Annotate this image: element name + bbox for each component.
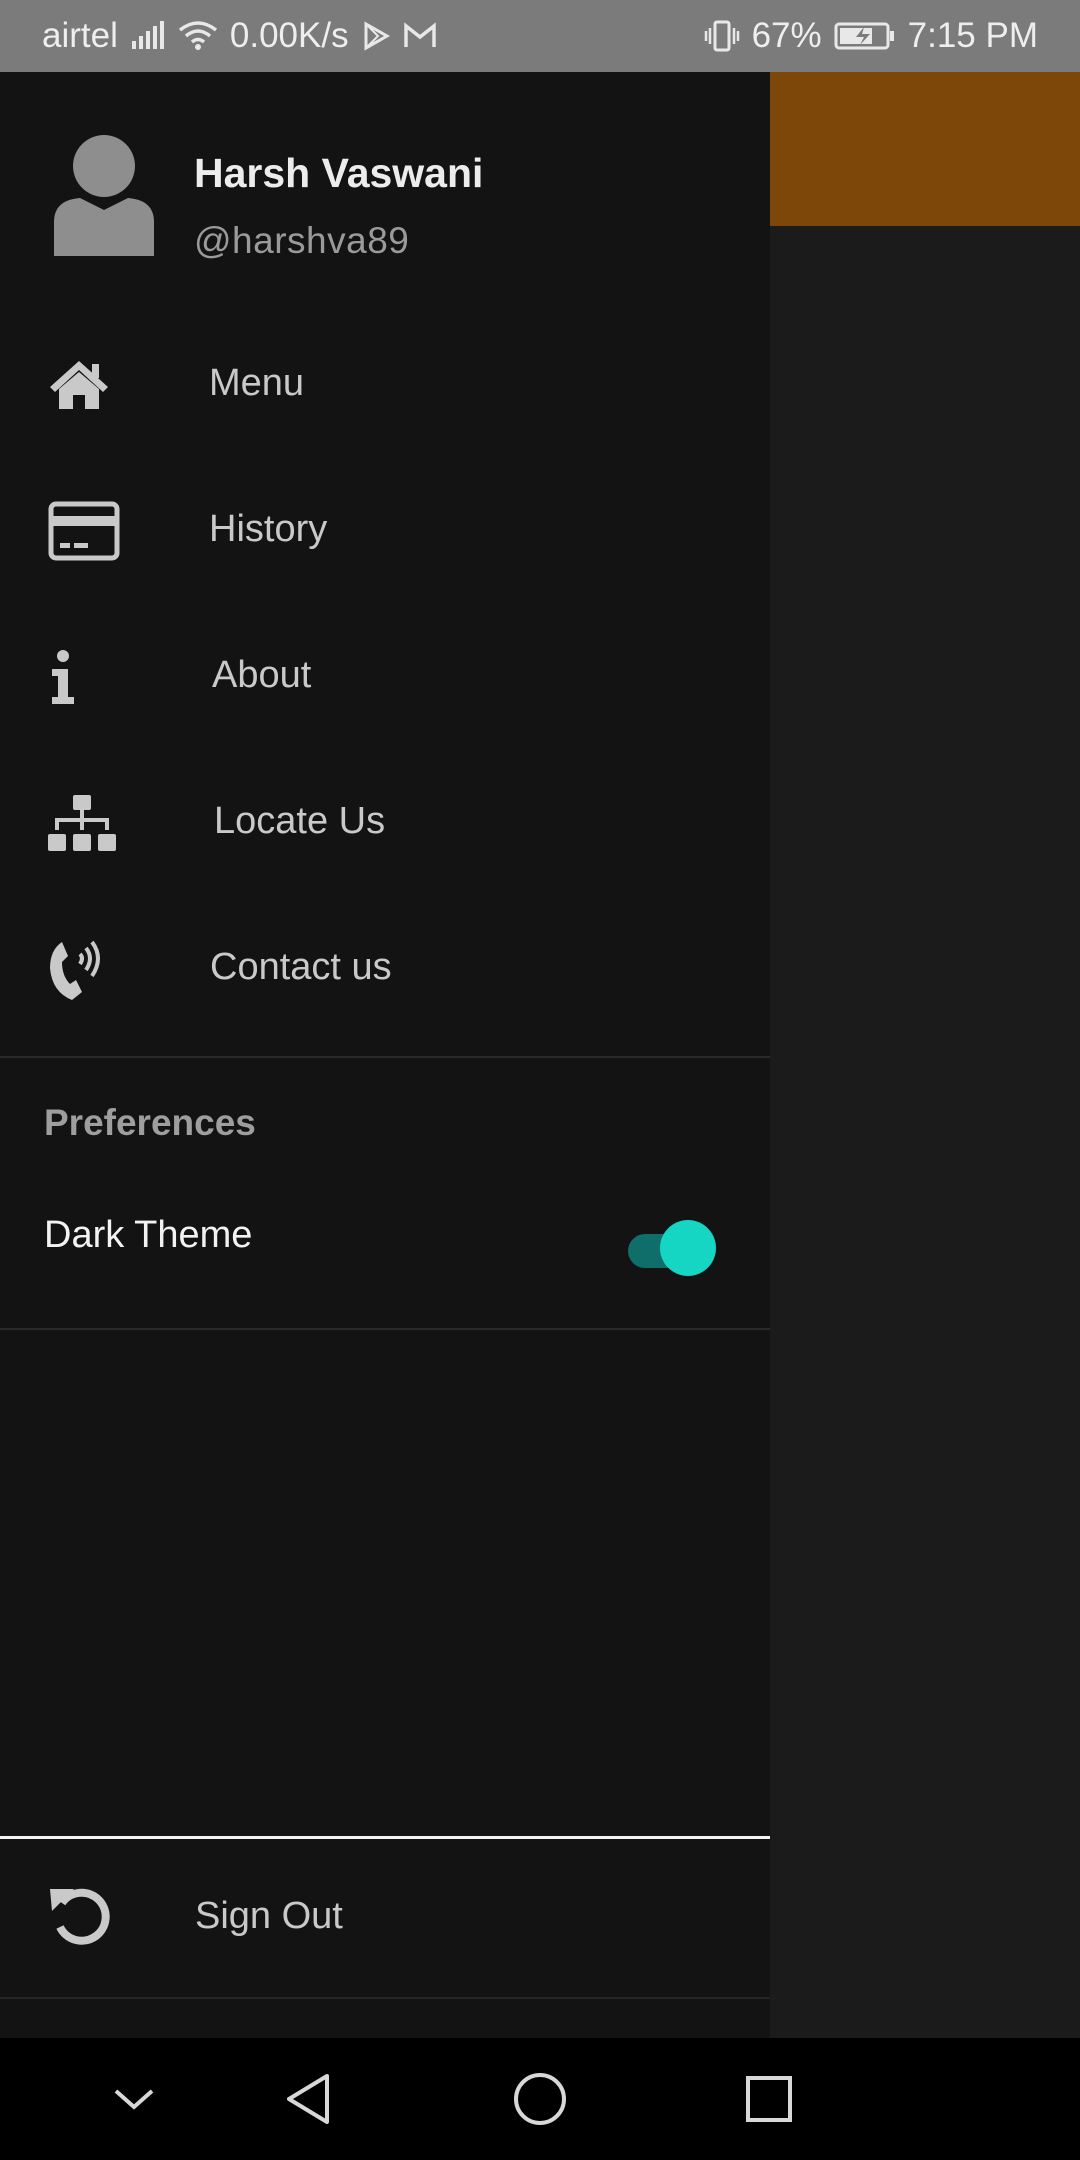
clock: 7:15 PM	[907, 16, 1038, 55]
phone-volume-icon	[48, 934, 124, 1004]
drawer-header: Harsh Vaswani @harshva89	[0, 72, 770, 292]
undo-icon	[48, 1883, 112, 1947]
sign-out-button[interactable]: Sign Out	[0, 1839, 770, 1999]
drawer-item-menu[interactable]: Menu	[0, 312, 770, 458]
dark-theme-toggle[interactable]	[628, 1220, 718, 1276]
wifi-icon	[178, 20, 218, 52]
system-navigation-bar	[0, 2038, 1080, 2160]
sitemap-icon	[48, 788, 124, 858]
drawer-item-label: Contact us	[210, 946, 392, 988]
battery-charging-icon	[834, 21, 896, 51]
gmail-icon	[403, 22, 437, 50]
carrier-label: airtel	[42, 16, 118, 55]
bottom-divider	[0, 1997, 770, 1999]
back-icon[interactable]	[275, 2066, 341, 2132]
drawer-item-history[interactable]: History	[0, 458, 770, 604]
recents-icon[interactable]	[736, 2066, 802, 2132]
user-name: Harsh Vaswani	[194, 150, 484, 196]
vibrate-icon	[704, 20, 740, 52]
play-store-icon	[361, 21, 391, 51]
network-speed: 0.00K/s	[229, 16, 349, 55]
app-toolbar	[770, 72, 1080, 226]
status-bar: airtel 0.00K/s 67% 7:15 PM	[0, 0, 1080, 72]
credit-card-icon	[48, 496, 124, 566]
app-content-background	[770, 72, 1080, 2038]
navigation-drawer: Harsh Vaswani @harshva89 Menu History Ab…	[0, 72, 770, 2038]
user-handle: @harshva89	[194, 220, 410, 261]
status-bar-right: 67% 7:15 PM	[704, 16, 1038, 56]
preferences-heading: Preferences	[44, 1102, 256, 1143]
section-divider	[0, 1056, 770, 1058]
dark-theme-label: Dark Theme	[44, 1214, 253, 1256]
drawer-item-label: About	[212, 654, 312, 696]
collapse-icon[interactable]	[101, 2066, 167, 2132]
signal-icon	[130, 21, 166, 51]
battery-percent: 67%	[751, 16, 822, 55]
drawer-item-locate-us[interactable]: Locate Us	[0, 750, 770, 896]
home-icon	[48, 350, 124, 420]
section-divider	[0, 1328, 770, 1330]
drawer-item-label: History	[209, 508, 328, 550]
info-icon	[48, 642, 124, 712]
status-bar-left: airtel 0.00K/s	[42, 16, 437, 56]
sign-out-label: Sign Out	[195, 1895, 343, 1937]
drawer-item-label: Locate Us	[214, 800, 386, 842]
home-circle-icon[interactable]	[507, 2066, 573, 2132]
person-icon	[54, 134, 154, 256]
drawer-item-label: Menu	[209, 362, 305, 404]
drawer-item-about[interactable]: About	[0, 604, 770, 750]
toggle-thumb	[660, 1220, 716, 1276]
drawer-item-contact-us[interactable]: Contact us	[0, 896, 770, 1042]
dark-theme-row: Dark Theme	[0, 1212, 770, 1312]
